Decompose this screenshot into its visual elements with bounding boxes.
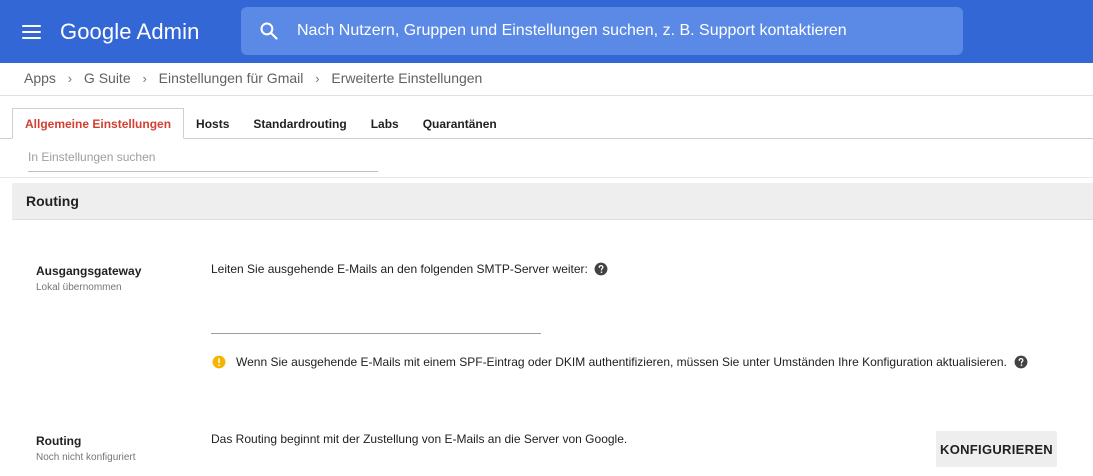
- menu-icon-bar: [22, 37, 41, 39]
- smtp-server-input[interactable]: [211, 312, 541, 334]
- admin-search-input[interactable]: [297, 7, 947, 55]
- help-icon[interactable]: [594, 262, 608, 276]
- google-admin-logo[interactable]: Google Admin: [60, 17, 199, 47]
- tab-default-routing[interactable]: Standardrouting: [241, 108, 358, 139]
- outbound-gateway-title: Ausgangsgateway: [36, 264, 142, 278]
- menu-icon-bar: [22, 25, 41, 27]
- outbound-gateway-status: Lokal übernommen: [36, 282, 122, 293]
- breadcrumb-gmail-settings[interactable]: Einstellungen für Gmail: [159, 70, 304, 86]
- breadcrumb-separator: ›: [67, 70, 73, 86]
- breadcrumb-gsuite[interactable]: G Suite: [84, 70, 131, 86]
- section-title: Routing: [26, 193, 79, 209]
- routing-title: Routing: [36, 434, 82, 448]
- configure-button[interactable]: KONFIGURIEREN: [936, 431, 1057, 467]
- divider: [0, 95, 1093, 96]
- app-bar: Google Admin: [0, 0, 1093, 63]
- breadcrumb-advanced-settings: Erweiterte Einstellungen: [331, 70, 483, 86]
- tab-labs[interactable]: Labs: [359, 108, 411, 139]
- breadcrumb: Apps › G Suite › Einstellungen für Gmail…: [24, 67, 482, 89]
- settings-tabs: Allgemeine Einstellungen Hosts Standardr…: [12, 108, 509, 139]
- routing-section-header[interactable]: Routing: [12, 183, 1093, 220]
- outbound-gateway-description: Leiten Sie ausgehende E-Mails an den fol…: [211, 262, 608, 276]
- admin-search-box[interactable]: [241, 7, 963, 55]
- tab-hosts[interactable]: Hosts: [184, 108, 241, 139]
- routing-description: Das Routing beginnt mit der Zustellung v…: [211, 432, 628, 446]
- settings-search-input[interactable]: [28, 143, 378, 172]
- breadcrumb-apps[interactable]: Apps: [24, 70, 56, 86]
- breadcrumb-separator: ›: [142, 70, 147, 86]
- tab-general-settings[interactable]: Allgemeine Einstellungen: [12, 108, 185, 139]
- tab-quarantines[interactable]: Quarantänen: [411, 108, 509, 139]
- warning-icon: [212, 355, 226, 369]
- spf-dkim-warning: Wenn Sie ausgehende E-Mails mit einem SP…: [212, 355, 1028, 369]
- divider: [0, 177, 1093, 178]
- outbound-gateway-description-text: Leiten Sie ausgehende E-Mails an den fol…: [211, 262, 588, 276]
- menu-icon-bar: [22, 31, 41, 33]
- routing-status: Noch nicht konfiguriert: [36, 452, 136, 463]
- warning-text: Wenn Sie ausgehende E-Mails mit einem SP…: [236, 355, 1007, 369]
- help-icon[interactable]: [1014, 355, 1028, 369]
- search-icon: [260, 22, 278, 40]
- main-menu-button[interactable]: [14, 17, 50, 47]
- breadcrumb-separator: ›: [315, 70, 320, 86]
